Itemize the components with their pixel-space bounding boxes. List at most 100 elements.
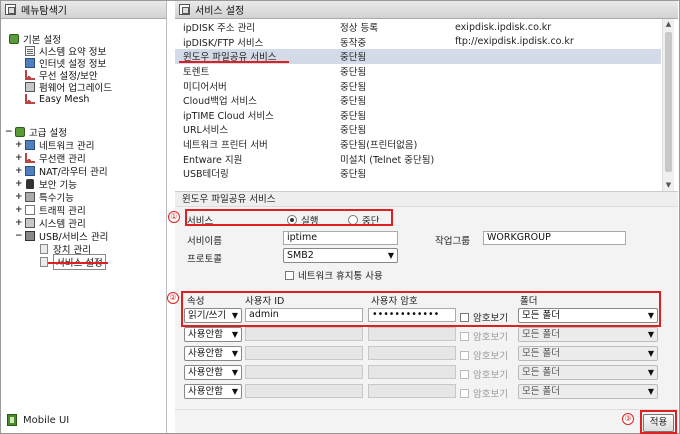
service-row[interactable]: USB테더링 중단됨	[175, 166, 661, 181]
scroll-up-arrow-icon[interactable]: ▲	[663, 19, 674, 30]
service-name: Entware 지원	[183, 154, 243, 166]
account-password-input[interactable]	[368, 384, 456, 398]
checkbox-icon	[460, 388, 469, 398]
account-folder-select[interactable]: 모든 폴더 ▼	[518, 384, 658, 399]
tree-item-traffic[interactable]: + 트래픽 관리	[15, 204, 86, 217]
account-attr-select[interactable]: 사용안함 ▼	[184, 327, 242, 342]
service-status: 중단됨(프린터없음)	[340, 140, 418, 152]
chevron-down-icon: ▼	[647, 387, 654, 396]
account-user-input[interactable]	[245, 327, 363, 341]
expand-toggle[interactable]: +	[15, 205, 23, 214]
account-password-input[interactable]	[368, 346, 456, 360]
account-folder-select[interactable]: 모든 폴더 ▼	[518, 365, 658, 380]
service-row[interactable]: ipDISK/FTP 서비스 동작중 ftp://exipdisk.ipdisk.c…	[175, 35, 661, 50]
service-name: ipDISK/FTP 서비스	[183, 37, 264, 49]
tree-item-wireless[interactable]: + 무선랜 관리	[15, 152, 86, 165]
annotation-marker-1: ①	[168, 211, 180, 223]
service-status: 중단됨	[340, 96, 367, 108]
service-name: 토렌트	[183, 67, 210, 79]
system-icon	[25, 218, 35, 228]
server-name-label: 서비이름	[187, 236, 222, 247]
show-password-checkbox[interactable]: 암호보기	[460, 367, 508, 381]
checkbox-icon	[460, 369, 469, 379]
expand-toggle[interactable]: +	[15, 153, 23, 162]
show-password-checkbox[interactable]: 암호보기	[460, 386, 508, 400]
tree-item-security[interactable]: + 보안 기능	[15, 178, 77, 191]
window-icon	[179, 4, 190, 15]
chevron-down-icon: ▼	[231, 330, 238, 339]
tree-item-easy-mesh[interactable]: Easy Mesh	[25, 93, 89, 105]
mobile-ui-link[interactable]: Mobile UI	[7, 414, 69, 426]
network-recycle-checkbox[interactable]: 네트워크 휴지통 사용	[285, 268, 383, 282]
account-user-input[interactable]	[245, 365, 363, 379]
chevron-down-icon: ▼	[647, 349, 654, 358]
show-password-checkbox[interactable]: 암호보기	[460, 329, 508, 343]
account-attr-select[interactable]: 사용안함 ▼	[184, 365, 242, 380]
tree-item-system[interactable]: + 시스템 관리	[15, 217, 86, 230]
service-row[interactable]: Entware 지원 미설치 (Telnet 중단됨)	[175, 151, 661, 166]
account-password-input[interactable]	[368, 327, 456, 341]
tree-item-firmware-upgrade[interactable]: 펌웨어 업그레이드	[25, 81, 112, 94]
account-attr-select[interactable]: 사용안함 ▼	[184, 384, 242, 399]
expand-toggle[interactable]: +	[15, 140, 23, 149]
service-row[interactable]: 네트워크 프린터 서버 중단됨(프린터없음)	[175, 137, 661, 152]
account-attr-select[interactable]: 사용안함 ▼	[184, 346, 242, 361]
service-status: 중단됨	[340, 110, 367, 122]
tree-item-special[interactable]: + 특수기능	[15, 191, 74, 204]
account-password-input[interactable]	[368, 365, 456, 379]
show-password-checkbox[interactable]: 암호보기	[460, 348, 508, 362]
service-settings-title: 서비스 설정	[175, 1, 678, 19]
service-status: 정상 등록	[340, 23, 378, 35]
account-folder-select[interactable]: 모든 폴더 ▼	[518, 346, 658, 361]
chevron-down-icon: ▼	[647, 368, 654, 377]
chevron-down-icon: ▼	[647, 330, 654, 339]
tree-item-network[interactable]: + 네트워크 관리	[15, 139, 94, 152]
mobile-icon	[7, 414, 17, 426]
service-row[interactable]: Cloud백업 서비스 중단됨	[175, 93, 661, 108]
service-info: ftp://exipdisk.ipdisk.co.kr	[455, 36, 574, 48]
service-info: exipdisk.ipdisk.co.kr	[455, 21, 552, 33]
account-user-input[interactable]	[245, 346, 363, 360]
tree-group-advanced[interactable]: − 고급 설정	[5, 126, 67, 139]
wireless-icon	[25, 153, 35, 163]
service-row[interactable]: 토렌트 중단됨	[175, 64, 661, 79]
service-row[interactable]: ipDISK 주소 관리 정상 등록 exipdisk.ipdisk.co.kr	[175, 20, 661, 35]
scroll-down-arrow-icon[interactable]: ▼	[663, 180, 674, 191]
router-icon	[25, 166, 35, 176]
expand-toggle[interactable]: +	[15, 166, 23, 175]
protocol-label: 프로토콜	[187, 254, 222, 265]
service-row[interactable]: ipTIME Cloud 서비스 중단됨	[175, 108, 661, 123]
server-name-input[interactable]: iptime	[283, 231, 398, 245]
scroll-thumb[interactable]	[665, 32, 672, 172]
lock-icon	[26, 179, 34, 189]
service-row[interactable]: URL서비스 중단됨	[175, 122, 661, 137]
collapse-toggle[interactable]: −	[5, 127, 13, 136]
expand-toggle[interactable]: +	[15, 192, 23, 201]
workgroup-input[interactable]: WORKGROUP	[483, 231, 626, 245]
checkbox-icon	[285, 270, 294, 280]
service-status: 동작중	[340, 37, 367, 49]
service-name: ipTIME Cloud 서비스	[183, 110, 274, 122]
service-status: 중단됨	[340, 169, 367, 181]
annotation-box-service	[185, 209, 393, 226]
account-folder-select[interactable]: 모든 폴더 ▼	[518, 327, 658, 342]
collapse-toggle[interactable]: −	[15, 231, 23, 240]
annotation-underline-service-settings	[48, 262, 108, 264]
service-name: URL서비스	[183, 125, 229, 137]
protocol-select[interactable]: SMB2 ▼	[283, 248, 398, 263]
service-name: 네트워크 프린터 서버	[183, 140, 268, 152]
tree-item-nat-router[interactable]: + NAT/라우터 관리	[15, 165, 108, 178]
expand-toggle[interactable]: +	[15, 218, 23, 227]
service-status: 중단됨	[340, 52, 367, 64]
tree-item-usb-service[interactable]: − USB/서비스 관리	[15, 230, 108, 243]
service-name: ipDISK 주소 관리	[183, 23, 256, 35]
chevron-down-icon: ▼	[231, 349, 238, 358]
document-icon	[25, 46, 35, 56]
internet-icon	[25, 58, 35, 68]
service-row[interactable]: 미디어서버 중단됨	[175, 78, 661, 93]
checkbox-icon	[460, 331, 469, 341]
expand-toggle[interactable]: +	[15, 179, 23, 188]
service-list-scrollbar[interactable]: ▲ ▼	[662, 19, 674, 191]
wrench-icon	[25, 192, 35, 202]
account-user-input[interactable]	[245, 384, 363, 398]
